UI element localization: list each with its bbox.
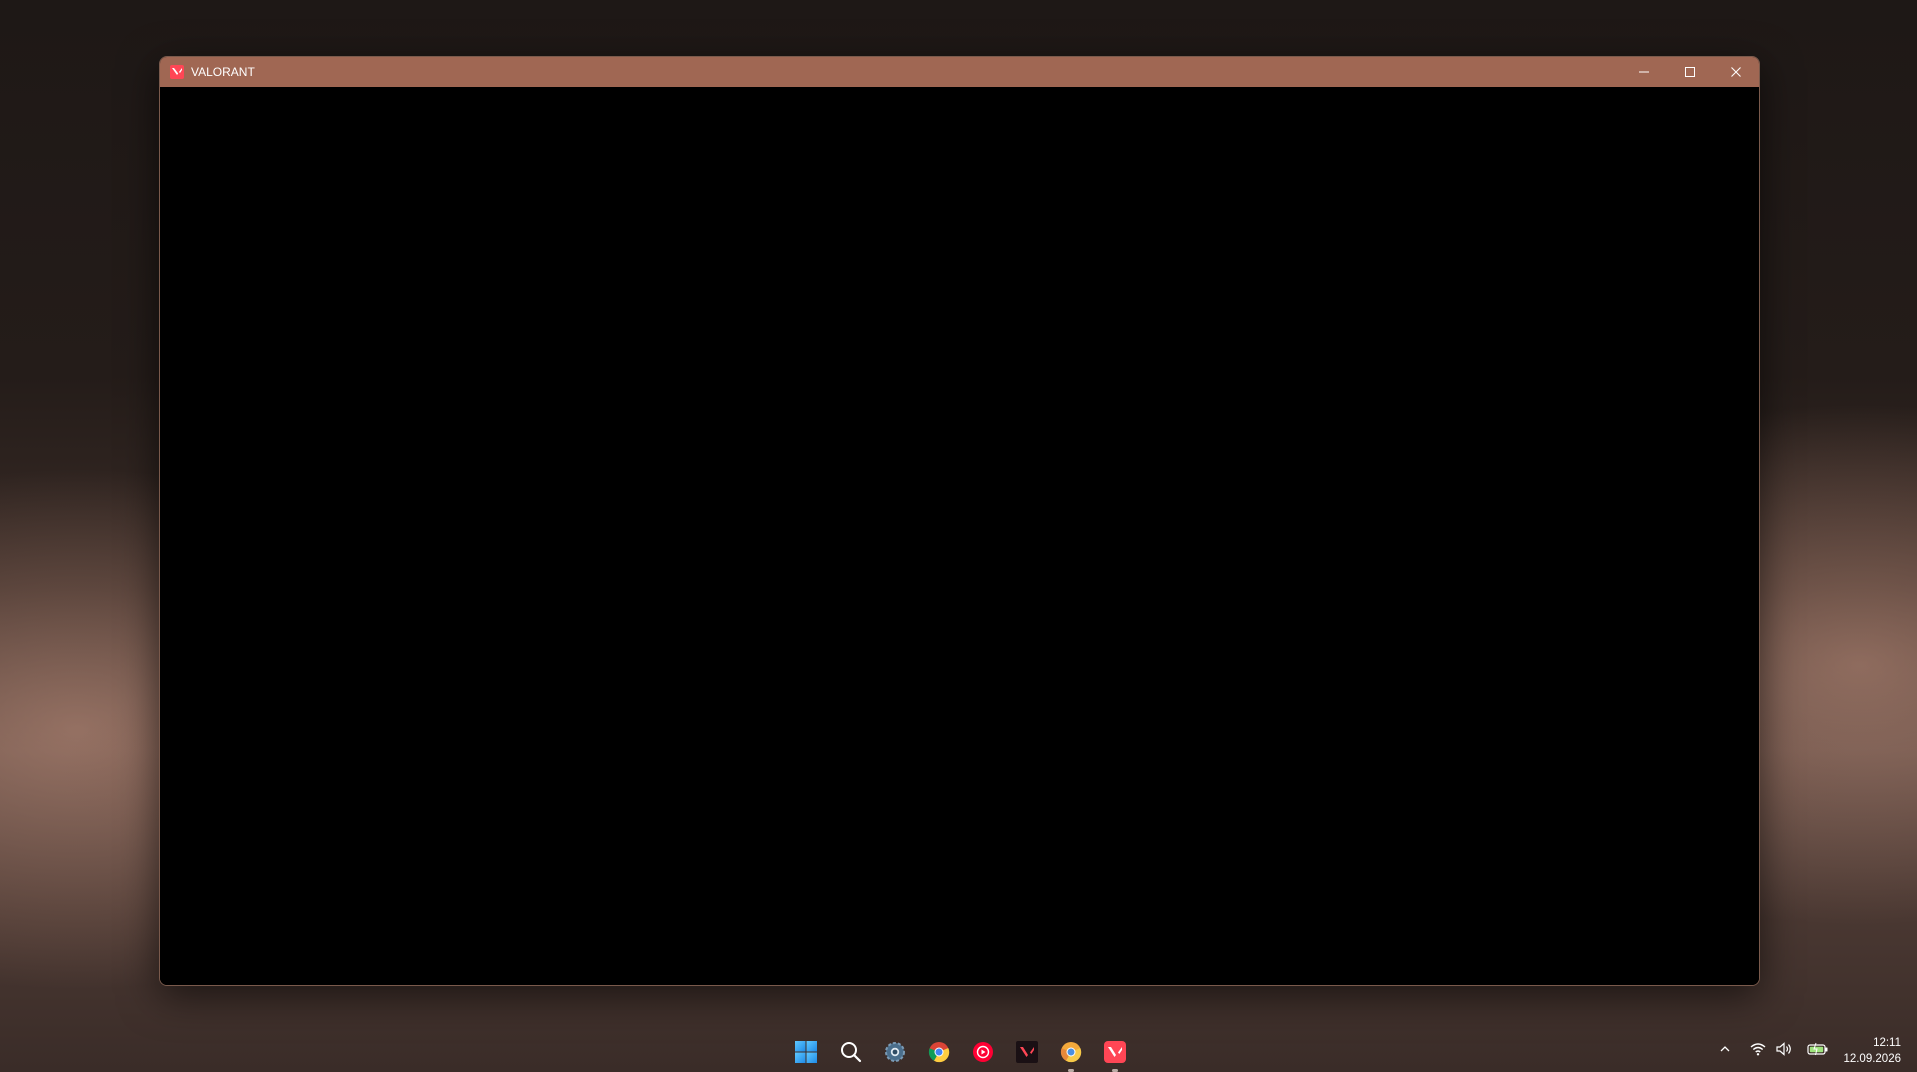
search-icon (841, 1042, 862, 1063)
start-button[interactable] (786, 1032, 826, 1072)
maximize-button[interactable] (1667, 57, 1713, 87)
valorant-icon (1016, 1041, 1038, 1063)
valorant-dark-taskbar-button[interactable] (1007, 1032, 1047, 1072)
show-hidden-icons-button[interactable] (1714, 1038, 1736, 1060)
taskbar (0, 1024, 1917, 1072)
search-button[interactable] (831, 1032, 871, 1072)
game-content-area[interactable] (160, 87, 1759, 985)
valorant-app-icon (170, 65, 184, 79)
wifi-icon (1750, 1043, 1766, 1056)
minimize-icon (1639, 71, 1649, 73)
windows-logo-icon (795, 1041, 817, 1063)
settings-taskbar-button[interactable] (875, 1032, 915, 1072)
system-tray: 12:11 12.09.2026 (1700, 1024, 1917, 1072)
youtube-music-taskbar-button[interactable] (963, 1032, 1003, 1072)
chrome-taskbar-button[interactable] (919, 1032, 959, 1072)
volume-button[interactable] (1773, 1038, 1795, 1060)
maximize-icon (1685, 67, 1695, 77)
chrome-icon (928, 1042, 950, 1063)
valorant-icon (1104, 1041, 1126, 1063)
clock-date: 12.09.2026 (1843, 1053, 1901, 1065)
chevron-up-icon (1720, 1046, 1730, 1052)
valorant-taskbar-button[interactable] (1095, 1032, 1135, 1072)
network-button[interactable] (1747, 1038, 1769, 1060)
chrome-canary-taskbar-button[interactable] (1051, 1032, 1091, 1072)
clock-time: 12:11 (1873, 1037, 1901, 1049)
window-title: VALORANT (191, 65, 255, 79)
volume-icon (1776, 1042, 1791, 1056)
battery-button[interactable] (1805, 1038, 1831, 1060)
valorant-window[interactable]: VALORANT (159, 56, 1760, 986)
chrome-canary-icon (1060, 1042, 1082, 1063)
youtube-music-icon (973, 1042, 993, 1062)
title-bar[interactable]: VALORANT (160, 57, 1759, 87)
clock[interactable]: 12:11 12.09.2026 (1843, 1035, 1901, 1067)
close-button[interactable] (1713, 57, 1759, 87)
gear-icon (885, 1042, 905, 1062)
close-icon (1731, 67, 1741, 77)
minimize-button[interactable] (1621, 57, 1667, 87)
battery-icon (1807, 1042, 1828, 1056)
